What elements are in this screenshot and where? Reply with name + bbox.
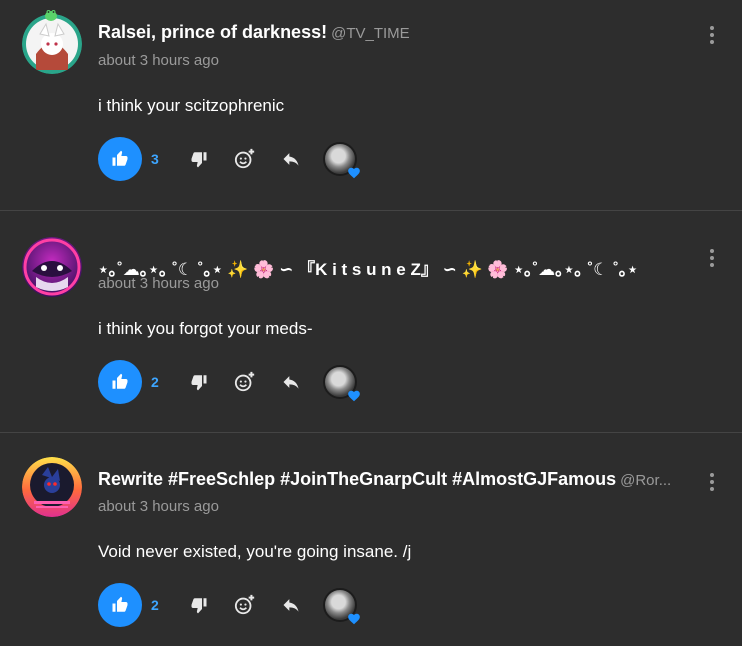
avatar[interactable]	[22, 457, 82, 517]
author-name[interactable]: Ralsei, prince of darkness!	[98, 22, 327, 42]
reactor-avatar[interactable]	[323, 365, 360, 402]
dislike-button[interactable]	[181, 587, 217, 623]
thumbs-up-icon	[112, 373, 128, 389]
like-button[interactable]	[98, 360, 142, 404]
add-reaction-button[interactable]	[227, 587, 263, 623]
like-count: 3	[151, 151, 159, 167]
thumbs-up-icon	[112, 150, 128, 166]
author-handle[interactable]: @TV_TIME	[331, 25, 410, 42]
thumbs-up-icon	[112, 596, 128, 612]
thumbs-down-icon	[191, 375, 207, 391]
reply-icon	[283, 153, 299, 166]
post-timestamp: about 3 hours ago	[98, 498, 219, 515]
add-reaction-icon	[234, 371, 255, 392]
comment-feed: Ralsei, prince of darkness! @TV_TIME abou…	[0, 0, 742, 646]
heart-icon	[348, 167, 360, 179]
author-line: Ralsei, prince of darkness! @TV_TIME	[98, 22, 682, 43]
dislike-button[interactable]	[181, 364, 217, 400]
reply-button[interactable]	[273, 364, 309, 400]
like-button[interactable]	[98, 583, 142, 627]
reactor-avatar[interactable]	[323, 142, 360, 179]
dislike-button[interactable]	[181, 141, 217, 177]
thumbs-down-icon	[191, 152, 207, 168]
more-vertical-icon[interactable]	[708, 26, 716, 44]
comment-text: i think your scitzophrenic	[98, 96, 285, 115]
more-vertical-icon[interactable]	[708, 473, 716, 491]
reply-button[interactable]	[273, 587, 309, 623]
thumbs-down-icon	[191, 598, 207, 614]
comment-text: i think you forgot your meds-	[98, 319, 313, 338]
avatar[interactable]	[22, 14, 82, 74]
like-button[interactable]	[98, 137, 142, 181]
add-reaction-icon	[234, 594, 255, 615]
action-bar: 2	[98, 583, 360, 627]
author-handle[interactable]: @Ror...	[620, 472, 671, 489]
author-line: Rewrite #FreeSchlep #JoinTheGnarpCult #A…	[98, 469, 682, 490]
add-reaction-button[interactable]	[227, 364, 263, 400]
more-vertical-icon[interactable]	[708, 249, 716, 267]
reply-icon	[283, 599, 299, 612]
like-count: 2	[151, 374, 159, 390]
heart-icon	[348, 613, 360, 625]
post-timestamp: about 3 hours ago	[98, 52, 219, 69]
action-bar: 3	[98, 137, 360, 181]
author-name[interactable]: Rewrite #FreeSchlep #JoinTheGnarpCult #A…	[98, 469, 616, 489]
like-count: 2	[151, 597, 159, 613]
comment-post: ⋆｡˚☁︎｡⋆｡ ˚☾ ˚｡⋆ ✨ 🌸 ∽ 『K i t s u n e Z』 …	[0, 210, 742, 432]
reply-icon	[283, 376, 299, 389]
reactor-avatar[interactable]	[323, 588, 360, 625]
heart-icon	[348, 390, 360, 402]
comment-text: Void never existed, you're going insane.…	[98, 542, 412, 561]
add-reaction-icon	[234, 148, 255, 169]
action-bar: 2	[98, 360, 360, 404]
post-timestamp: about 3 hours ago	[98, 275, 219, 292]
badge-icon	[44, 8, 58, 21]
add-reaction-button[interactable]	[227, 141, 263, 177]
avatar[interactable]	[22, 237, 82, 297]
comment-post: Rewrite #FreeSchlep #JoinTheGnarpCult #A…	[0, 432, 742, 646]
reply-button[interactable]	[273, 141, 309, 177]
comment-post: Ralsei, prince of darkness! @TV_TIME abou…	[0, 0, 742, 210]
